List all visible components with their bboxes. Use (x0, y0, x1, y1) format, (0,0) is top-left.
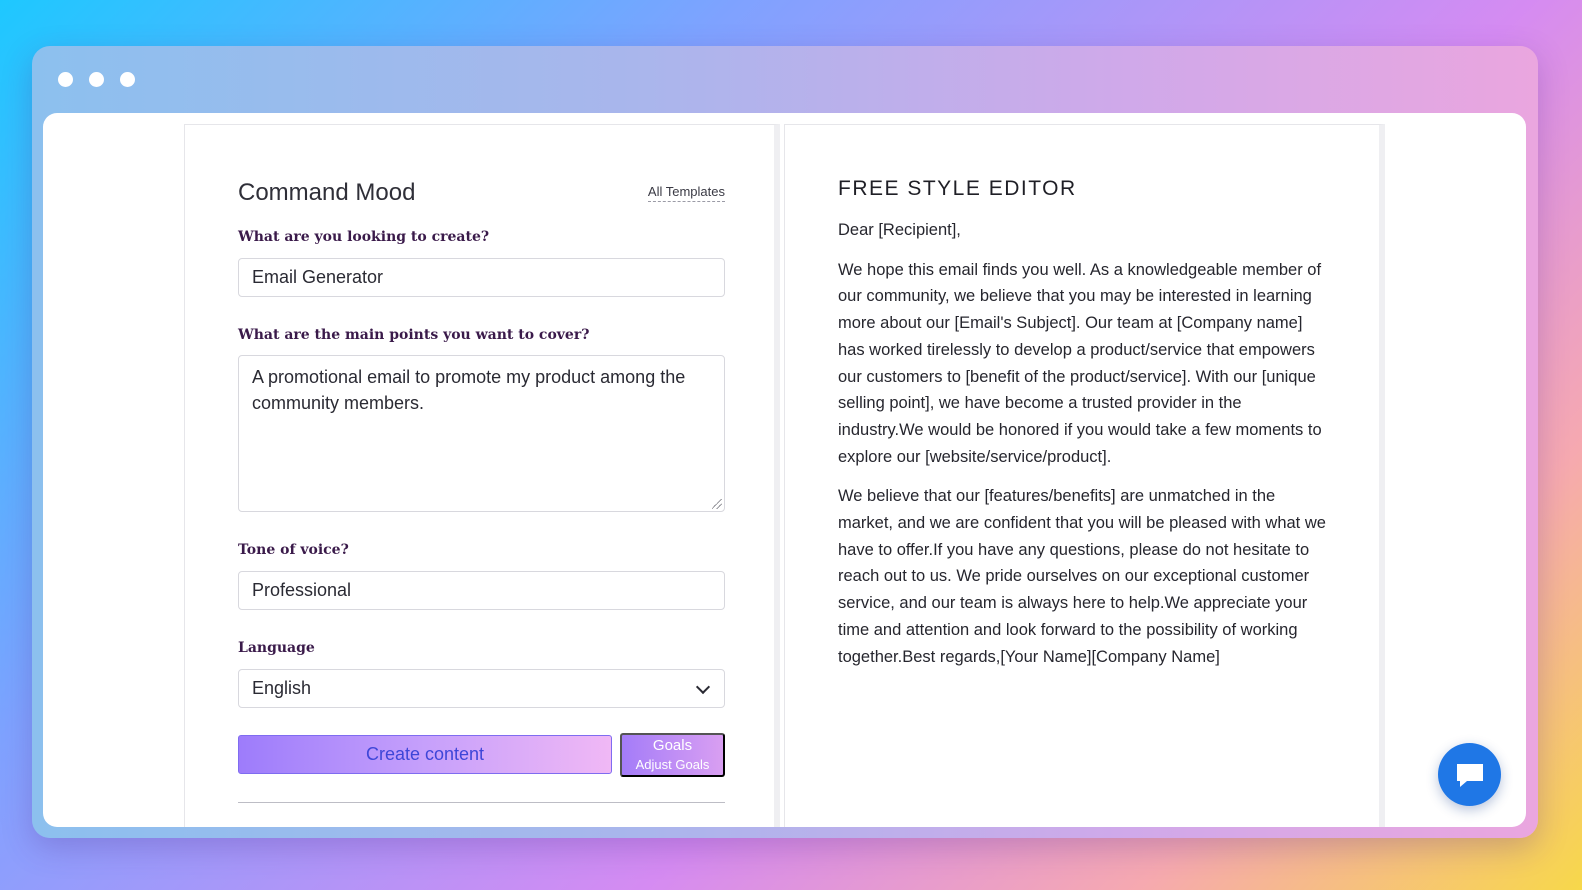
create-content-button[interactable]: Create content (238, 735, 612, 774)
create-input-value: Email Generator (252, 267, 384, 287)
window-controls (58, 72, 135, 87)
chat-bubble-icon (1456, 763, 1483, 787)
editor-paragraph[interactable]: We hope this email finds you well. As a … (838, 257, 1328, 471)
editor-title: FREE STYLE EDITOR (838, 177, 1077, 200)
language-label: Language (238, 640, 315, 656)
create-label: What are you looking to create? (238, 229, 490, 245)
tone-label: Tone of voice? (238, 542, 349, 558)
chat-button[interactable] (1438, 743, 1501, 806)
goals-button[interactable]: Goals Adjust Goals (620, 733, 725, 777)
tone-input-value: Professional (252, 580, 352, 600)
form-divider (238, 802, 725, 803)
resize-handle-icon[interactable] (712, 499, 722, 509)
app-content: Command Mood All Templates What are you … (43, 113, 1526, 827)
form-title: Command Mood (238, 179, 416, 206)
chevron-down-icon (695, 679, 711, 695)
language-select[interactable]: English (238, 669, 725, 708)
window-dot-icon[interactable] (89, 72, 104, 87)
browser-window: Command Mood All Templates What are you … (32, 46, 1538, 838)
editor-panel: FREE STYLE EDITOR Dear [Recipient], We h… (784, 124, 1385, 827)
language-select-value: English (252, 678, 312, 698)
editor-paragraph[interactable]: Dear [Recipient], (838, 217, 1328, 244)
goals-button-label: Goals (652, 737, 693, 754)
points-textarea[interactable]: A promotional email to promote my produc… (238, 355, 725, 512)
command-panel: Command Mood All Templates What are you … (184, 124, 780, 827)
create-input[interactable]: Email Generator (238, 258, 725, 297)
tone-input[interactable]: Professional (238, 571, 725, 610)
all-templates-link[interactable]: All Templates (647, 184, 725, 202)
free-style-editor[interactable]: FREE STYLE EDITOR Dear [Recipient], We h… (838, 177, 1328, 683)
points-textarea-value: A promotional email to promote my produc… (252, 367, 686, 413)
window-dot-icon[interactable] (58, 72, 73, 87)
goals-button-sub-label: Adjust Goals (635, 757, 710, 772)
editor-paragraph[interactable]: We believe that our [features/benefits] … (838, 483, 1328, 670)
window-dot-icon[interactable] (120, 72, 135, 87)
points-label: What are the main points you want to cov… (238, 327, 590, 343)
